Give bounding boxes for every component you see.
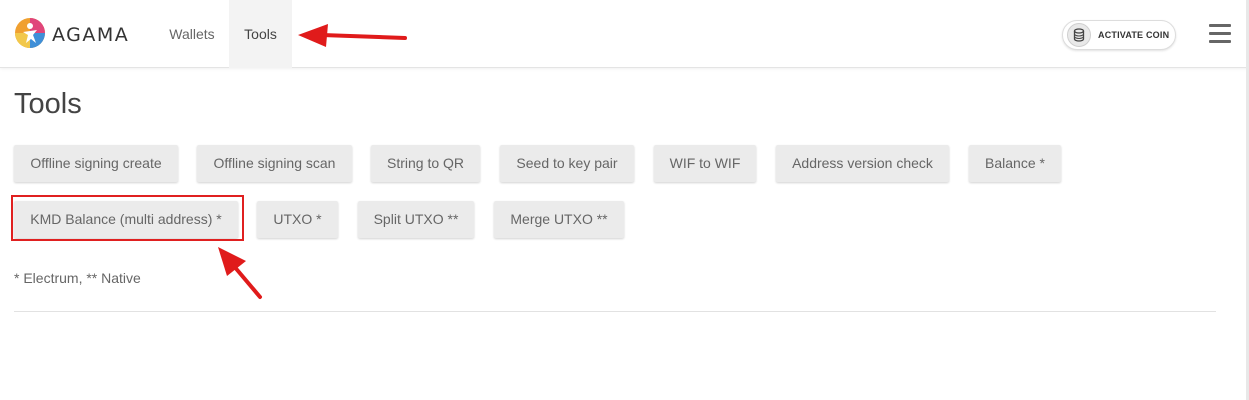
menu-hamburger-icon[interactable] (1209, 24, 1231, 44)
brand-name: AGAMA (52, 24, 130, 46)
balance-button[interactable]: Balance * (969, 145, 1061, 182)
page-title: Tools (14, 88, 82, 120)
offline-signing-create-button[interactable]: Offline signing create (14, 145, 178, 182)
merge-utxo-button[interactable]: Merge UTXO ** (494, 201, 624, 238)
arrow-to-kmd-balance-icon (218, 247, 262, 299)
nav-tools-tab[interactable]: Tools (229, 0, 292, 68)
split-utxo-button[interactable]: Split UTXO ** (358, 201, 474, 238)
nav-wallets-tab[interactable]: Wallets (158, 0, 226, 68)
top-navbar: AGAMA Wallets Tools ACTIVATE COIN (0, 0, 1249, 68)
string-to-qr-button[interactable]: String to QR (371, 145, 480, 182)
coin-stack-icon (1067, 23, 1091, 47)
section-divider (14, 311, 1216, 312)
agama-logo-icon (15, 18, 45, 48)
utxo-button[interactable]: UTXO * (257, 201, 338, 238)
address-version-check-button[interactable]: Address version check (776, 145, 949, 182)
annotation-highlight-box (11, 195, 244, 241)
wif-to-wif-button[interactable]: WIF to WIF (654, 145, 756, 182)
seed-to-key-pair-button[interactable]: Seed to key pair (500, 145, 634, 182)
offline-signing-scan-button[interactable]: Offline signing scan (197, 145, 352, 182)
activate-coin-button[interactable]: ACTIVATE COIN (1062, 20, 1176, 50)
activate-coin-label: ACTIVATE COIN (1098, 30, 1170, 40)
tools-footnote: * Electrum, ** Native (14, 270, 141, 286)
